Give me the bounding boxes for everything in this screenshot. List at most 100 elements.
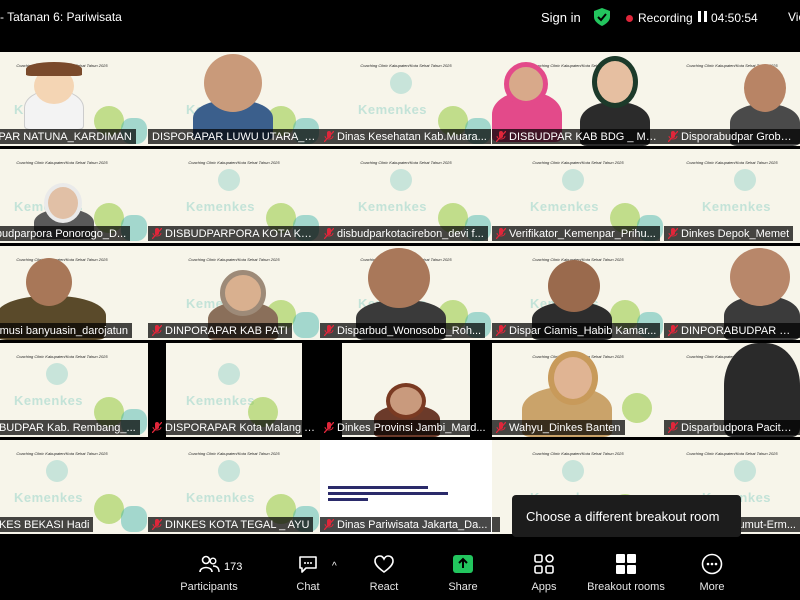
participant-tile[interactable]: Coaching Clinic Kabupaten/Kota Sehat Tah… — [320, 52, 492, 146]
participant-tile[interactable]: Coaching Clinic Kabupaten/Kota Sehat Tah… — [320, 246, 492, 340]
mic-muted-icon — [152, 228, 162, 239]
slide-caption: Coaching Clinic Kabupaten/Kota Sehat Tah… — [532, 160, 624, 165]
participant-tile[interactable]: Coaching Clinic Kabupaten/Kota Sehat Tah… — [664, 52, 800, 146]
avatar — [386, 383, 426, 419]
slide-watermark: Kemenkes — [358, 199, 428, 214]
avatar — [44, 183, 82, 223]
avatar — [368, 248, 430, 308]
participant-tile[interactable]: Kemenkes DISPORAPAR Kota Malang Y... — [148, 343, 320, 437]
participants-count: 173 — [224, 561, 243, 573]
slide-watermark: Kemenkes — [530, 199, 600, 214]
react-button[interactable]: React — [344, 553, 424, 593]
slide-caption: Coaching Clinic Kabupaten/Kota Sehat Tah… — [360, 63, 452, 68]
slide-watermark: Kemenkes — [186, 490, 256, 505]
avatar — [744, 64, 786, 112]
slide-caption: Coaching Clinic Kabupaten/Kota Sehat Tah… — [188, 257, 280, 262]
participant-tile[interactable]: Coaching Clinic Kabupaten/Kota Sehat Tah… — [0, 343, 148, 437]
participant-nameplate: DISPORAPAR LUWU UTARA_LU... — [148, 129, 320, 144]
participant-name: DINKES KOTA TEGAL _ AYU — [165, 518, 310, 531]
more-icon — [701, 553, 723, 575]
participant-tile[interactable]: Coaching Clinic Kabupaten/Kota Sehat Tah… — [0, 149, 148, 243]
participant-name: Dinkes Provinsi Jambi_Mard... — [337, 421, 486, 434]
participant-tile[interactable]: Dinkes Provinsi Jambi_Mard... — [320, 343, 492, 437]
participant-tile[interactable]: DINPORABUDPAR BLOR... — [664, 246, 800, 340]
participant-nameplate: Banmusi banyuasin_darojatun — [0, 323, 132, 338]
participant-nameplate: Disporabudpar Grobog... — [664, 129, 800, 144]
slide-watermark: Kemenkes — [702, 199, 772, 214]
avatar — [26, 258, 72, 306]
participant-tile[interactable]: Coaching Clinic Kabupaten/Kota Sehat Tah… — [148, 149, 320, 243]
participant-tile[interactable]: Coaching Clinic Kabupaten/Kota Sehat Tah… — [664, 149, 800, 243]
more-button[interactable]: More — [672, 553, 752, 593]
participant-name: DISBUDPARPORA KOTA KEDI... — [165, 227, 316, 240]
chevron-up-icon[interactable]: ^ — [332, 561, 337, 572]
participant-name: Disparbud_Wonosobo_Roh... — [337, 324, 482, 337]
slide-watermark: Kemenkes — [186, 199, 256, 214]
participant-name: Disporabudpar Grobog... — [681, 130, 796, 143]
slide-caption: Coaching Clinic Kabupaten/Kota Sehat Tah… — [188, 451, 280, 456]
chat-button[interactable]: Chat — [268, 553, 348, 593]
participant-nameplate: Dinas Pariwisata Jakarta_Da... — [320, 517, 492, 532]
participant-nameplate: disbudparkotacirebon_devi f... — [320, 226, 488, 241]
participant-name: Dispar Ciamis_Habib Kamar... — [509, 324, 657, 337]
participant-tile[interactable]: Coaching Clinic Kabupaten/Kota Sehat Tah… — [148, 246, 320, 340]
view-button[interactable]: View — [788, 10, 800, 24]
participant-name: DINPORAPAR KAB PATI — [165, 324, 288, 337]
breakout-rooms-icon — [616, 554, 636, 574]
mic-muted-icon — [324, 422, 334, 433]
participant-nameplate: DINBUDPAR Kab. Rembang_... — [0, 420, 140, 435]
participants-button[interactable]: Participants — [169, 553, 249, 593]
participant-tile[interactable]: Coaching Clinic Kabupaten/Kota Sehat Tah… — [492, 343, 664, 437]
avatar — [548, 260, 600, 312]
apps-button[interactable]: Apps — [504, 553, 584, 593]
slide-caption: Coaching Clinic Kabupaten/Kota Sehat Tah… — [532, 451, 624, 456]
participant-tile[interactable]: Coaching Clinic Kabupaten/Kota Sehat Tah… — [0, 440, 148, 534]
apps-icon — [534, 554, 554, 574]
recording-label: Recording — [638, 11, 693, 25]
shield-check-icon[interactable] — [594, 8, 610, 26]
avatar — [548, 351, 598, 405]
participant-tile[interactable]: Coaching Clinic Kabupaten/Kota Sehat Tah… — [320, 149, 492, 243]
mic-muted-icon — [152, 325, 162, 336]
participant-name: DISBUDPAR KAB BDG _ MAYA — [509, 130, 660, 143]
participant-name: DISPORAPAR Kota Malang Y... — [165, 421, 316, 434]
participant-tile[interactable]: Coaching Clinic Kabupaten/Kota Sehat Tah… — [0, 52, 148, 146]
mic-muted-icon — [496, 131, 506, 142]
participant-nameplate: DISBUDPAR KAB BDG _ MAYA — [492, 129, 664, 144]
participant-nameplate: Disparbud_Wonosobo_Roh... — [320, 323, 486, 338]
breakout-rooms-button[interactable]: Breakout rooms — [586, 553, 666, 593]
participant-tile[interactable]: Coaching Clinic Kabupaten/Kota Sehat Tah… — [0, 246, 148, 340]
sign-in-link[interactable]: Sign in — [541, 10, 581, 25]
participant-name: Dinkes Depok_Memet — [681, 227, 790, 240]
hat-icon — [26, 62, 82, 76]
participant-name: Banmusi banyuasin_darojatun — [0, 324, 128, 337]
participant-nameplate: DISPORAPAR Kota Malang Y... — [148, 420, 320, 435]
participant-tile[interactable]: Kemenkes DISPORAPAR LUWU UTARA_LU... — [148, 52, 320, 146]
slide-caption: Coaching Clinic Kabupaten/Kota Sehat Tah… — [16, 451, 108, 456]
participant-tile[interactable]: Dinas Pariwisata Jakarta_Da... — [320, 440, 492, 534]
participant-nameplate: DISPAR NATUNA_KARDIMAN — [0, 129, 136, 144]
slide-caption: Coaching Clinic Kabupaten/Kota Sehat Tah… — [16, 354, 108, 359]
participant-nameplate: Disparbudpora Pacitan... — [664, 420, 800, 435]
chat-label: Chat — [296, 581, 320, 593]
share-button[interactable]: Share — [423, 553, 503, 593]
record-dot-icon — [626, 14, 633, 22]
mic-muted-icon — [496, 422, 506, 433]
recording-indicator[interactable]: Recording — [626, 11, 693, 25]
avatar — [204, 54, 262, 112]
participant-name: DINKES BEKASI Hadi — [0, 518, 90, 531]
slide-caption: Coaching Clinic Kabupaten/Kota Sehat Tah… — [188, 160, 280, 165]
pause-icon[interactable] — [698, 11, 707, 22]
react-label: React — [369, 581, 399, 593]
mic-muted-icon — [324, 519, 334, 530]
apps-label: Apps — [531, 581, 557, 593]
participant-tile[interactable]: Coaching Clinic Kabupaten/Kota Sehat Tah… — [492, 149, 664, 243]
participant-tile[interactable]: Coaching Clinic Kabupaten/Kota Sehat Tah… — [148, 440, 320, 534]
participant-nameplate: DINPORABUDPAR BLOR... — [664, 323, 800, 338]
participant-tile[interactable]: Coaching Clinic Kabupaten/Kota Sehat Tah… — [492, 246, 664, 340]
participant-tile[interactable]: Coaching Clinic Kabupaten/Kota Sehat Tah… — [664, 343, 800, 437]
participant-tile[interactable]: Coaching Clinic Kabupaten/Kota Sehat Tah… — [492, 52, 664, 146]
gallery-grid: Coaching Clinic Kabupaten/Kota Sehat Tah… — [0, 52, 800, 540]
participant-name: Wahyu_Dinkes Banten — [509, 421, 621, 434]
mic-muted-icon — [668, 422, 678, 433]
